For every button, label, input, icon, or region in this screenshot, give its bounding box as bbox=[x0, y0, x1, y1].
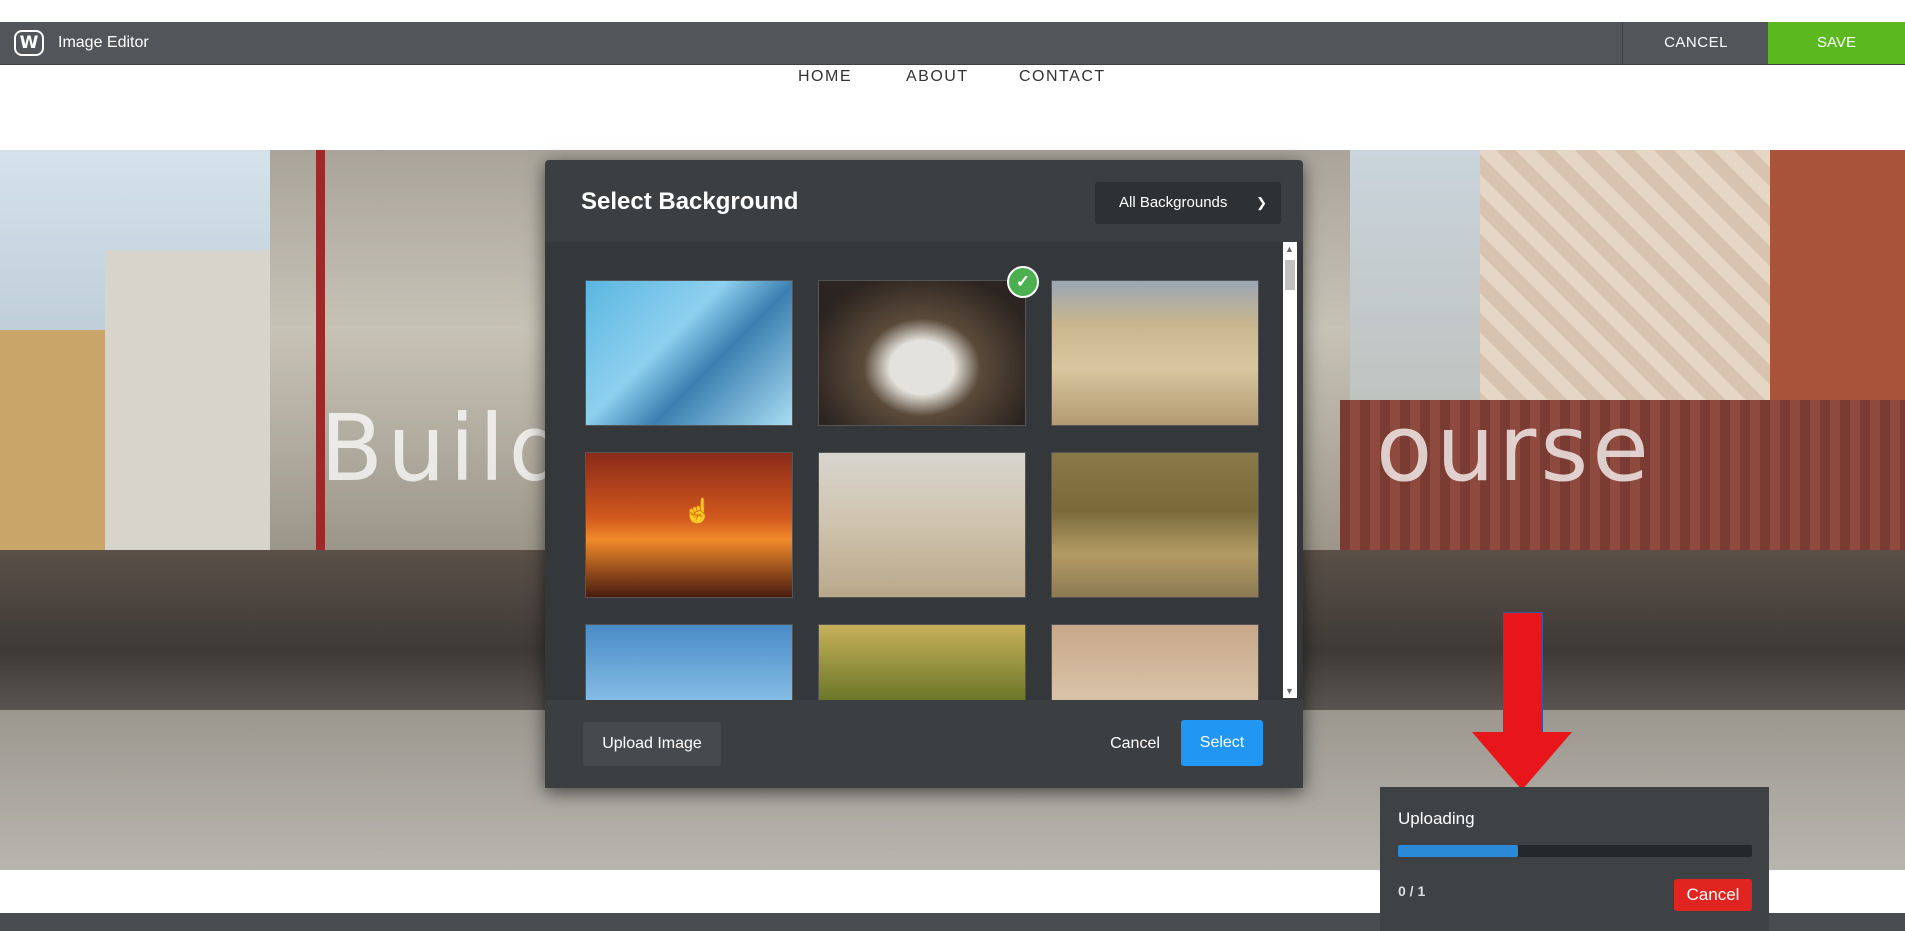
thumbnail-glass-building[interactable] bbox=[585, 280, 793, 426]
scroll-up-icon[interactable]: ▲ bbox=[1285, 244, 1294, 254]
hand-cursor-icon: ☝ bbox=[683, 498, 713, 525]
scroll-down-icon[interactable]: ▼ bbox=[1285, 686, 1294, 696]
dialog-cancel-button[interactable]: Cancel bbox=[1095, 722, 1175, 766]
editor-toolbar: W Image Editor CANCEL SAVE bbox=[0, 22, 1905, 65]
nav-item-about[interactable]: ABOUT bbox=[906, 68, 969, 86]
dialog-header: Select Background All Backgrounds ❯ bbox=[545, 160, 1303, 242]
annotation-arrow-down-icon bbox=[1472, 732, 1572, 790]
thumbnail-skateboarder-sky[interactable] bbox=[585, 624, 793, 700]
select-background-dialog: Select Background All Backgrounds ❯ ✓ ▲ … bbox=[545, 160, 1303, 788]
thumbnail-forest-biker[interactable] bbox=[818, 624, 1026, 700]
grid-scrollbar[interactable]: ▲ ▼ bbox=[1283, 242, 1297, 698]
thumbnail-restaurant-table[interactable] bbox=[818, 280, 1026, 426]
upload-status-title: Uploading bbox=[1398, 809, 1475, 828]
upload-image-button[interactable]: Upload Image bbox=[583, 722, 721, 766]
app-title: Image Editor bbox=[58, 34, 149, 51]
filter-value: All Backgrounds bbox=[1119, 194, 1228, 211]
dialog-footer: Upload Image Cancel Select bbox=[545, 700, 1303, 788]
toolbar-cancel-button[interactable]: CANCEL bbox=[1622, 22, 1769, 64]
toolbar-save-button[interactable]: SAVE bbox=[1768, 22, 1905, 64]
upload-cancel-button[interactable]: Cancel bbox=[1674, 879, 1752, 911]
upload-progress-bar bbox=[1398, 845, 1752, 857]
thumbnail-field-cyclist[interactable] bbox=[1051, 452, 1259, 598]
weebly-logo-icon: W bbox=[14, 30, 44, 56]
background-filter-dropdown[interactable]: All Backgrounds ❯ bbox=[1095, 182, 1281, 224]
upload-progress-panel: Uploading 0 / 1 Cancel bbox=[1380, 787, 1769, 931]
thumbnail-volleyball-beach[interactable] bbox=[1051, 280, 1259, 426]
nav-item-home[interactable]: HOME bbox=[798, 68, 852, 86]
dialog-title: Select Background bbox=[581, 188, 799, 215]
site-navigation: HOME ABOUT CONTACT bbox=[0, 68, 1905, 90]
upload-count: 0 / 1 bbox=[1398, 883, 1426, 899]
upload-progress-fill bbox=[1398, 845, 1519, 857]
scroll-thumb[interactable] bbox=[1285, 260, 1295, 290]
selected-check-icon: ✓ bbox=[1007, 266, 1039, 298]
thumbnail-beach-swing[interactable] bbox=[818, 452, 1026, 598]
annotation-arrow-shaft bbox=[1503, 612, 1543, 736]
background-grid: ✓ bbox=[545, 242, 1303, 700]
nav-item-contact[interactable]: CONTACT bbox=[1019, 68, 1106, 86]
dialog-select-button[interactable]: Select bbox=[1181, 720, 1263, 766]
thumbnail-hill-biker[interactable] bbox=[1051, 624, 1259, 700]
chevron-down-icon: ❯ bbox=[1256, 195, 1267, 210]
